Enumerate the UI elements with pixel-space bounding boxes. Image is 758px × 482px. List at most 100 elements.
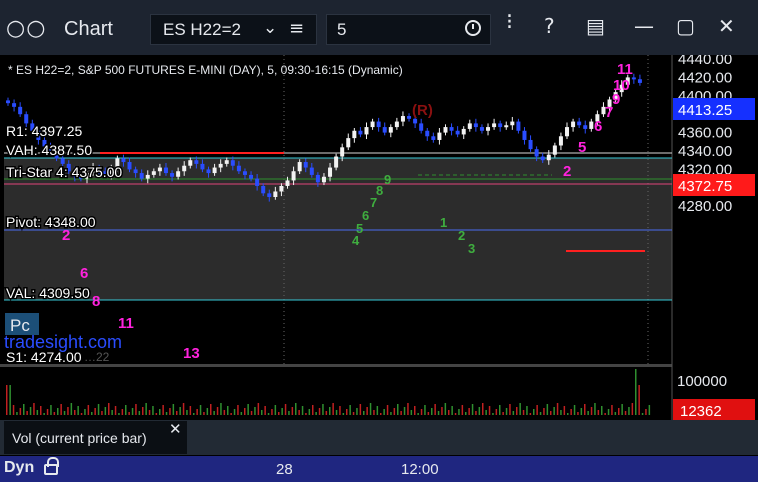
candle-body xyxy=(12,103,17,107)
volume-bar xyxy=(587,411,589,415)
count-label-green: 9 xyxy=(384,172,391,187)
candle-body xyxy=(577,121,582,126)
candle-body xyxy=(358,130,363,135)
volume-bar xyxy=(573,405,576,415)
volume-bar xyxy=(485,410,487,415)
hamburger-menu-icon[interactable]: ≡ xyxy=(289,18,304,39)
volume-bar xyxy=(601,406,603,415)
volume-bar xyxy=(295,403,297,415)
price-axis-tick: 4420.00 xyxy=(678,69,732,86)
r-marker: (R) xyxy=(412,102,433,119)
volume-bar xyxy=(414,406,416,415)
help-icon[interactable]: ? xyxy=(544,14,555,38)
candle-body xyxy=(230,160,235,166)
volume-bar xyxy=(23,404,25,415)
volume-bar xyxy=(638,385,640,415)
volume-bar xyxy=(580,408,583,415)
volume-bar xyxy=(97,404,100,415)
volume-bar xyxy=(312,405,314,415)
count-label-up: 6 xyxy=(594,118,602,135)
volume-bar xyxy=(516,407,518,415)
volume-bar xyxy=(210,404,212,415)
candle-body xyxy=(571,121,576,128)
time-label-28: 28 xyxy=(276,461,293,478)
candle-body xyxy=(382,127,387,133)
candle-body xyxy=(188,160,193,166)
price-chart[interactable]: R1: 4397.25 VAH: 4387.50 Tri-Star 4: 4375.… xyxy=(0,55,758,455)
volume-bar xyxy=(87,405,90,415)
volume-bar xyxy=(611,405,613,415)
close-icon[interactable]: ✕ xyxy=(718,14,735,38)
candle-body xyxy=(249,174,254,179)
candle-body xyxy=(473,123,478,128)
volume-bar xyxy=(618,408,620,415)
volume-bar xyxy=(434,404,436,415)
count-label-green: 3 xyxy=(468,241,475,256)
volume-bar xyxy=(179,407,181,415)
candle-body xyxy=(212,167,217,174)
volume-bar xyxy=(529,413,532,415)
volume-bar xyxy=(444,403,447,415)
volume-bar xyxy=(475,411,477,415)
volume-bar xyxy=(594,403,596,415)
volume-bar xyxy=(478,407,481,415)
volume-bar xyxy=(77,406,79,415)
candle-body xyxy=(139,173,144,179)
volume-bar xyxy=(539,412,542,415)
volume-bar xyxy=(373,410,375,415)
chevron-down-icon[interactable]: ⌄ xyxy=(263,18,277,38)
maximize-icon[interactable]: ▢ xyxy=(676,14,695,38)
volume-bar xyxy=(560,410,562,415)
candle-body xyxy=(303,162,308,168)
volume-bar xyxy=(261,410,263,415)
volume-bar xyxy=(366,407,368,415)
candle-body xyxy=(479,127,484,131)
volume-bar xyxy=(257,403,260,415)
candle-body xyxy=(315,174,320,183)
lock-icon[interactable] xyxy=(44,457,59,475)
volume-bar xyxy=(19,408,22,415)
pc-badge[interactable]: Pc xyxy=(10,316,30,335)
volume-bar xyxy=(233,409,236,415)
clock-icon[interactable] xyxy=(465,20,481,36)
volume-bar xyxy=(152,406,154,415)
candle-body xyxy=(133,169,138,174)
panel-divider xyxy=(0,364,672,367)
volume-bar xyxy=(244,408,246,415)
volume-bar xyxy=(482,403,484,415)
volume-bar xyxy=(29,407,32,415)
volume-bar xyxy=(138,411,141,415)
more-dots-icon[interactable]: ⁝ xyxy=(506,10,513,35)
workspace-icon[interactable]: ▤ xyxy=(586,14,605,38)
candle-body xyxy=(461,128,466,135)
level-label: R1: 4397.25 xyxy=(6,123,82,139)
volume-bar xyxy=(189,406,192,415)
symbol-selector[interactable]: ES H22=2 ⌄ ≡ xyxy=(150,14,317,45)
candle-body xyxy=(486,127,491,131)
dyn-mode[interactable]: Dyn xyxy=(4,459,34,477)
volume-bar xyxy=(597,410,600,415)
candle-body xyxy=(236,165,241,172)
volume-bar xyxy=(254,407,256,415)
volume-bar xyxy=(247,404,249,415)
candle-body xyxy=(273,191,278,197)
candle-body xyxy=(534,149,539,157)
volume-bar xyxy=(33,403,35,415)
chart-caption: * ES H22=2, S&P 500 FUTURES E-MINI (DAY)… xyxy=(8,63,403,77)
status-bar: Dyn 28 12:00 xyxy=(0,456,758,482)
volume-bar xyxy=(40,406,42,415)
interval-selector[interactable]: 5 xyxy=(326,14,491,45)
close-icon[interactable]: ✕ xyxy=(169,420,182,438)
candle-body xyxy=(6,100,10,104)
volume-bar xyxy=(278,412,280,415)
candle-body xyxy=(346,138,351,148)
count-label-green: 2 xyxy=(458,228,465,243)
volume-bar xyxy=(108,403,110,415)
volume-bar xyxy=(172,404,175,415)
volume-bar xyxy=(94,408,96,415)
candle-body xyxy=(170,173,175,177)
volume-bar xyxy=(274,405,277,415)
candle-body xyxy=(407,116,412,119)
volume-bar xyxy=(193,413,195,415)
minimize-icon[interactable]: — xyxy=(634,14,654,38)
